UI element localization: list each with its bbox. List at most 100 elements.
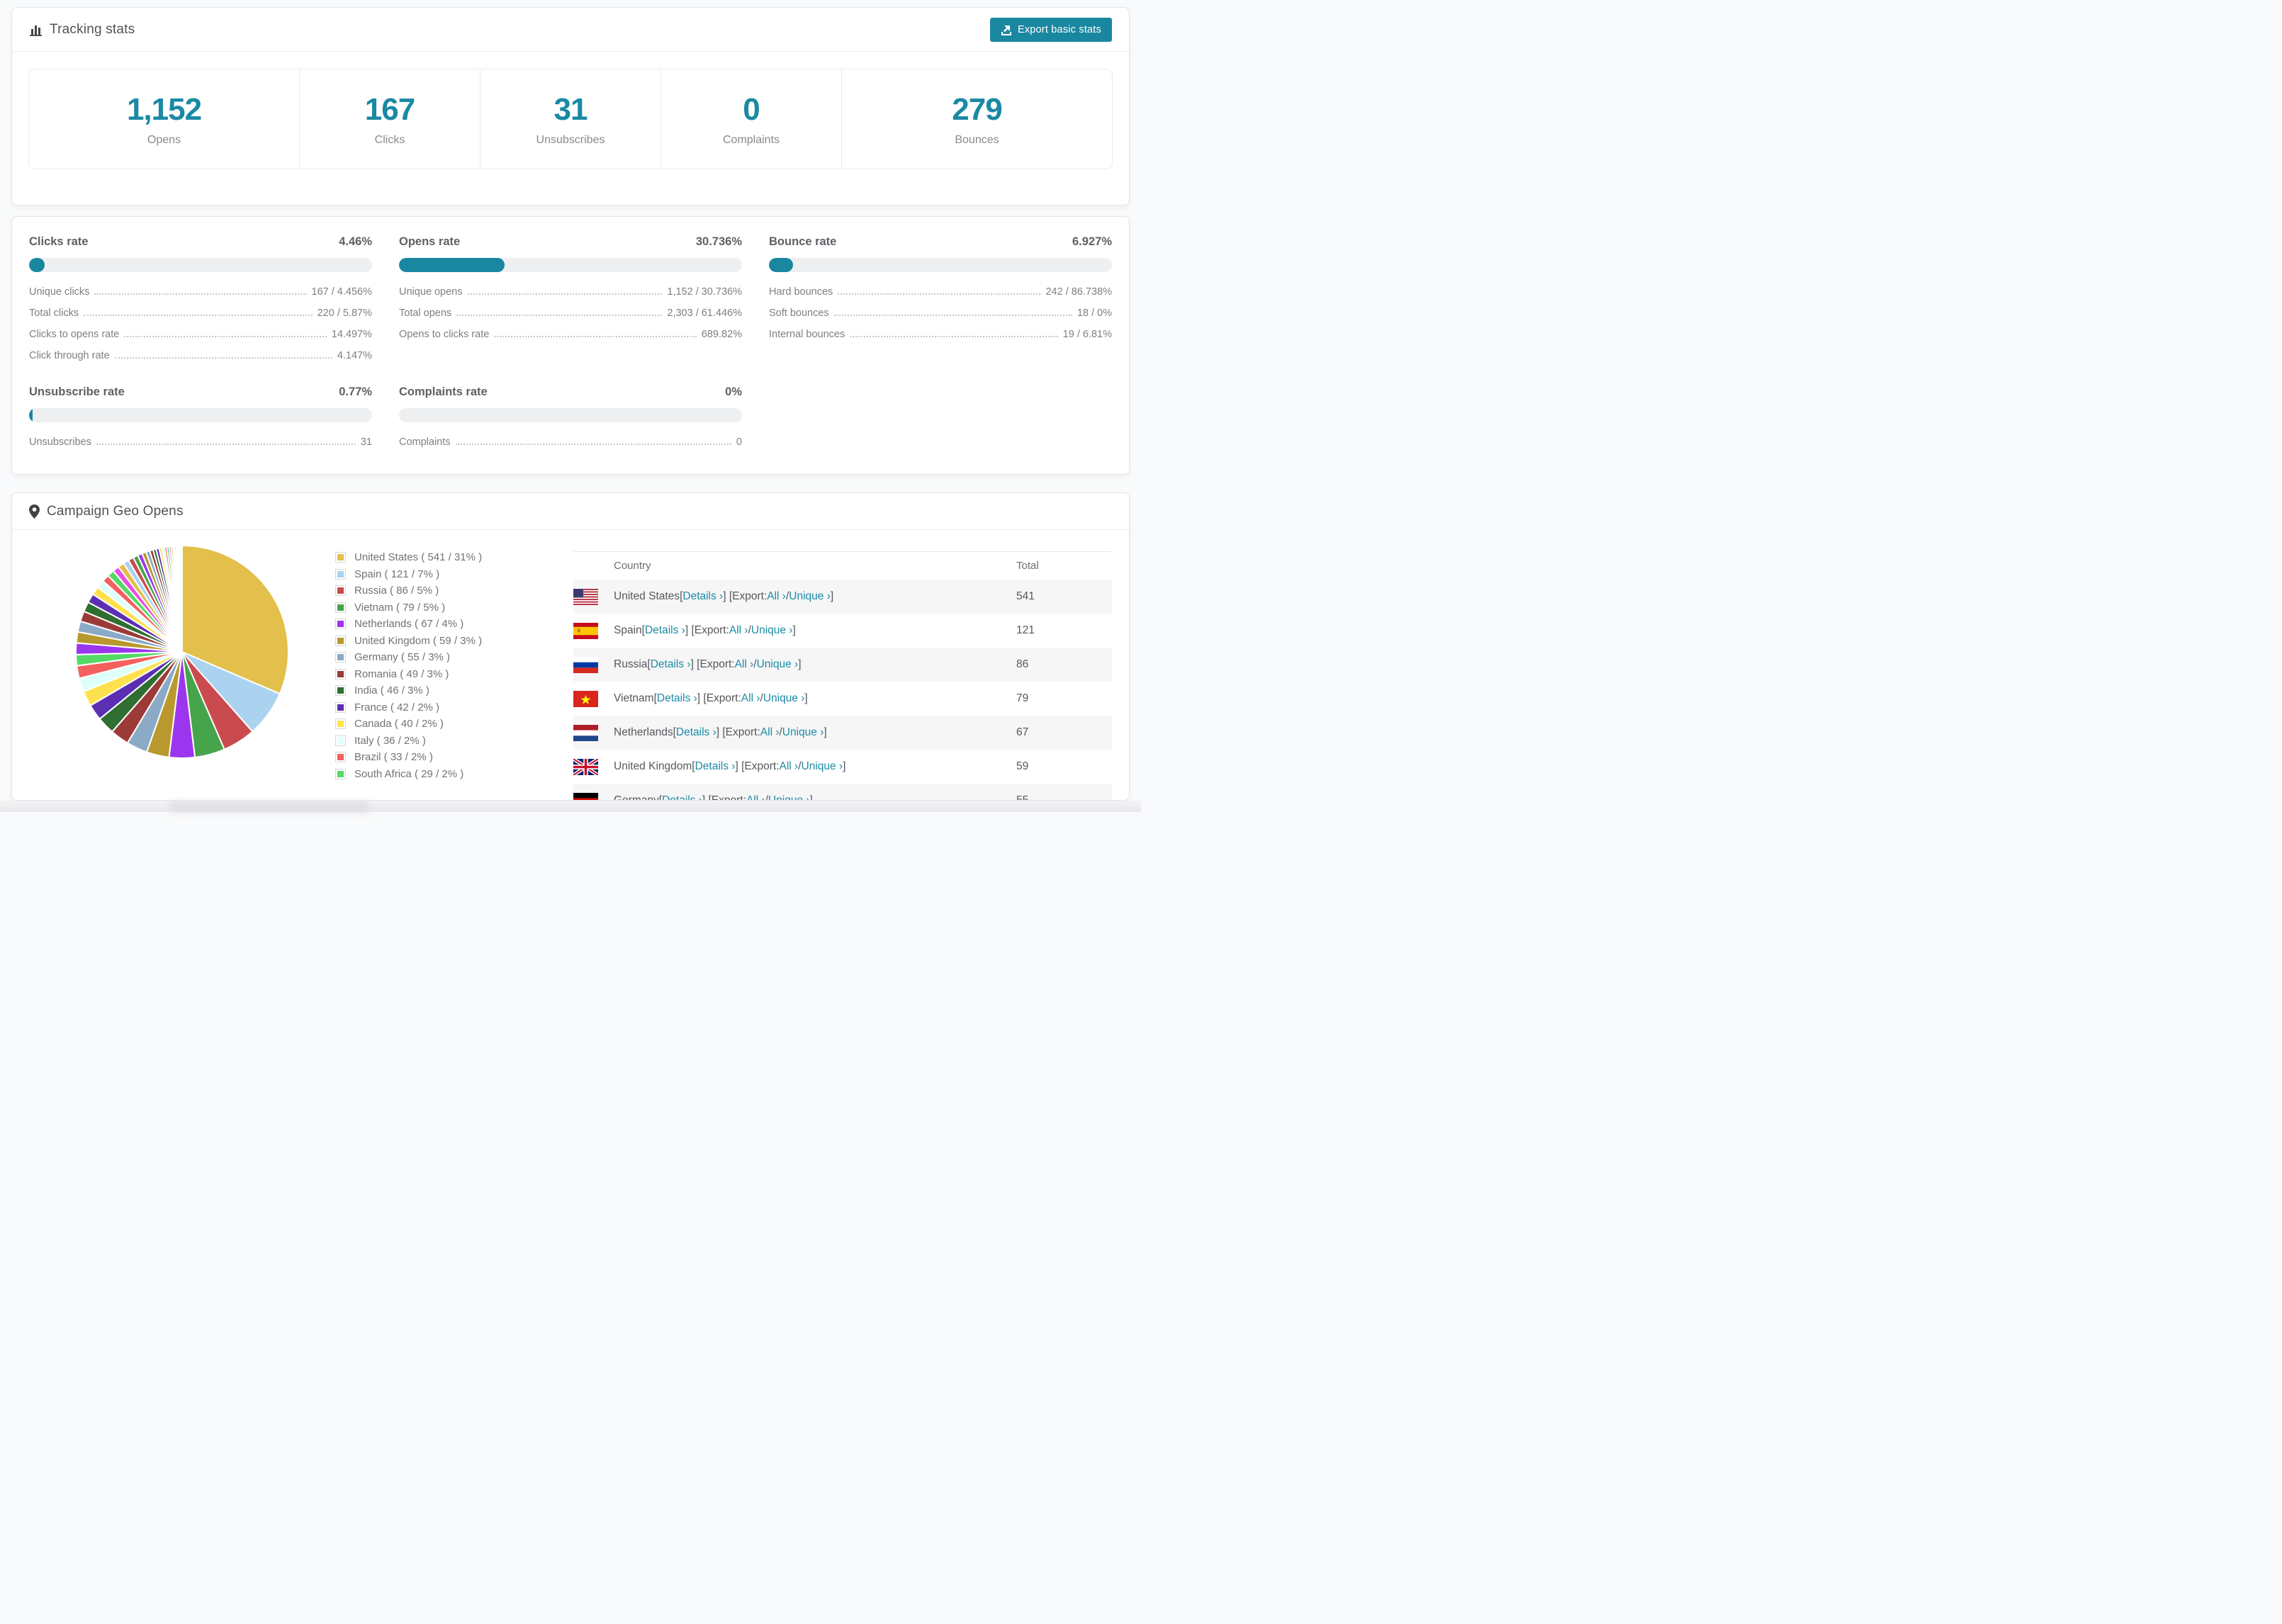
- legend-label: India ( 46 / 3% ): [354, 684, 429, 697]
- geo-card-header: Campaign Geo Opens: [12, 493, 1129, 530]
- stat-value: 167: [364, 91, 415, 127]
- dotted-leader: [494, 336, 697, 337]
- export-all-link[interactable]: All ›: [741, 692, 760, 705]
- details-link[interactable]: Details ›: [657, 692, 697, 705]
- details-link[interactable]: Details ›: [662, 794, 702, 800]
- export-unique-link[interactable]: Unique ›: [782, 726, 824, 739]
- dotted-leader: [94, 293, 307, 295]
- legend-label: Romania ( 49 / 3% ): [354, 667, 449, 680]
- dotted-leader: [124, 336, 327, 337]
- legend-label: Vietnam ( 79 / 5% ): [354, 601, 446, 614]
- detail-row: Unsubscribes 31: [29, 436, 372, 448]
- export-all-link[interactable]: All ›: [735, 658, 754, 671]
- total-value: 79: [1016, 692, 1029, 704]
- bracket: ]: [830, 590, 834, 602]
- legend-item[interactable]: Italy ( 36 / 2% ): [335, 735, 553, 747]
- legend-item[interactable]: United States ( 541 / 31% ): [335, 551, 553, 563]
- rate-block-opens-rate: Opens rate 30.736% Unique opens 1,152 / 30.…: [399, 235, 742, 361]
- legend-item[interactable]: Romania ( 49 / 3% ): [335, 668, 553, 680]
- legend-swatch: [335, 585, 346, 596]
- legend-item[interactable]: Germany ( 55 / 3% ): [335, 651, 553, 663]
- progress-fill: [29, 258, 45, 272]
- export-all-link[interactable]: All ›: [767, 590, 786, 603]
- stat-cell-unsubscribes: 31 Unsubscribes: [480, 69, 661, 169]
- campaign-geo-opens-card: Campaign Geo Opens United States ( 541 /…: [11, 492, 1130, 801]
- details-link[interactable]: Details ›: [682, 590, 723, 603]
- progress-fill: [399, 258, 505, 272]
- export-unique-link[interactable]: Unique ›: [751, 624, 793, 637]
- bracket: ]: [804, 692, 808, 704]
- rate-title: Clicks rate: [29, 235, 89, 248]
- export-unique-link[interactable]: Unique ›: [789, 590, 831, 603]
- detail-value: 242 / 86.738%: [1045, 286, 1112, 298]
- pie-slice[interactable]: [181, 544, 183, 653]
- rate-title: Complaints rate: [399, 385, 488, 398]
- details-link[interactable]: Details ›: [695, 760, 736, 773]
- legend-item[interactable]: United Kingdom ( 59 / 3% ): [335, 635, 553, 647]
- table-row-de: Germany [Details ›] [Export: All › / Uni…: [573, 784, 1112, 801]
- export-all-link[interactable]: All ›: [729, 624, 748, 637]
- dotted-leader: [833, 315, 1072, 316]
- rate-block-bounce-rate: Bounce rate 6.927% Hard bounces 242 / 86.73…: [769, 235, 1112, 361]
- legend-item[interactable]: Canada ( 40 / 2% ): [335, 718, 553, 730]
- dotted-leader: [467, 293, 663, 295]
- bracket: ]: [824, 726, 827, 738]
- legend-item[interactable]: Netherlands ( 67 / 4% ): [335, 618, 553, 630]
- country-name: Spain: [614, 624, 642, 636]
- country-cell: Russia [Details ›] [Export: All › / Uniq…: [573, 656, 1016, 673]
- legend-label: Germany ( 55 / 3% ): [354, 651, 451, 663]
- country-cell: United Kingdom [Details ›] [Export: All …: [573, 758, 1016, 775]
- detail-label: Click through rate: [29, 350, 110, 361]
- legend-item[interactable]: France ( 42 / 2% ): [335, 701, 553, 714]
- table-header-row: Country Total: [573, 551, 1112, 580]
- dotted-leader: [850, 336, 1058, 337]
- legend-swatch: [335, 652, 346, 662]
- export-unique-link[interactable]: Unique ›: [802, 760, 843, 773]
- stat-label: Unsubscribes: [536, 133, 605, 146]
- country-name: Netherlands: [614, 726, 673, 738]
- details-link[interactable]: Details ›: [645, 624, 685, 637]
- flag-vn-icon: [573, 690, 598, 707]
- bracket: ] [: [702, 794, 712, 801]
- export-unique-link[interactable]: Unique ›: [763, 692, 805, 705]
- legend-item[interactable]: Russia ( 86 / 5% ): [335, 585, 553, 597]
- detail-value: 1,152 / 30.736%: [667, 286, 742, 298]
- export-all-link[interactable]: All ›: [780, 760, 799, 773]
- stats-summary-box: 1,152 Opens 167 Clicks 31 Unsubscribes 0 Compla…: [28, 69, 1113, 169]
- table-row-vn: Vietnam [Details ›] [Export: All › / Uni…: [573, 682, 1112, 716]
- progress-bar: [29, 408, 372, 422]
- flag-ru-icon: [573, 656, 598, 673]
- legend-label: Canada ( 40 / 2% ): [354, 718, 444, 730]
- export-all-link[interactable]: All ›: [746, 794, 765, 800]
- legend-item[interactable]: India ( 46 / 3% ): [335, 684, 553, 697]
- table-header-country: Country: [614, 560, 651, 572]
- legend-item[interactable]: Brazil ( 33 / 2% ): [335, 751, 553, 763]
- stat-value: 1,152: [126, 91, 202, 127]
- legend-item[interactable]: Spain ( 121 / 7% ): [335, 568, 553, 580]
- rate-block-complaints-rate: Complaints rate 0% Complaints 0: [399, 385, 742, 448]
- export-unique-link[interactable]: Unique ›: [757, 658, 799, 671]
- stat-label: Clicks: [374, 133, 405, 146]
- export-basic-stats-button[interactable]: Export basic stats: [989, 17, 1112, 42]
- legend-label: South Africa ( 29 / 2% ): [354, 767, 464, 780]
- details-link[interactable]: Details ›: [651, 658, 691, 671]
- export-all-link[interactable]: All ›: [760, 726, 780, 739]
- rate-title: Opens rate: [399, 235, 461, 248]
- bracket: ] [: [735, 760, 745, 772]
- detail-value: 19 / 6.81%: [1062, 329, 1112, 340]
- export-unique-link[interactable]: Unique ›: [768, 794, 810, 800]
- legend-item[interactable]: Vietnam ( 79 / 5% ): [335, 602, 553, 614]
- total-value: 541: [1016, 590, 1035, 602]
- legend-swatch: [335, 685, 346, 696]
- geo-pie-chart[interactable]: [29, 537, 335, 800]
- bottom-shadow-blob: [170, 802, 369, 812]
- map-pin-icon: [29, 504, 40, 519]
- detail-label: Unique opens: [399, 286, 463, 298]
- legend-swatch: [335, 602, 346, 613]
- detail-row: Total opens 2,303 / 61.446%: [399, 308, 742, 319]
- tracking-stats-card: Tracking stats Export basic stats 1,152 O…: [11, 7, 1130, 205]
- legend-label: Russia ( 86 / 5% ): [354, 585, 439, 597]
- stat-value: 0: [743, 91, 760, 127]
- details-link[interactable]: Details ›: [676, 726, 716, 739]
- legend-item[interactable]: South Africa ( 29 / 2% ): [335, 768, 553, 780]
